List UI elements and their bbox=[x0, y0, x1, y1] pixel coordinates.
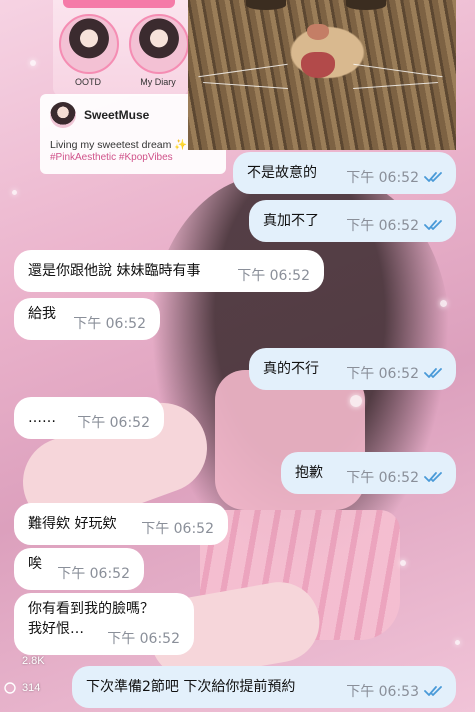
message-bubble-outgoing[interactable]: 抱歉 下午 06:52 bbox=[281, 452, 456, 494]
message-text: 真加不了 bbox=[263, 213, 319, 229]
message-meta: 下午 06:53 bbox=[346, 681, 444, 701]
message-meta: 下午 06:52 bbox=[346, 167, 444, 187]
message-bubble-incoming[interactable]: …… 下午 06:52 bbox=[14, 397, 164, 439]
card-tab-strip bbox=[63, 0, 175, 8]
highlight-ootd: OOTD bbox=[59, 14, 119, 87]
message-meta: 下午 06:52 bbox=[346, 363, 444, 383]
profile-bio: Living my sweetest dream ✨ bbox=[50, 139, 188, 151]
message-time: 下午 06:52 bbox=[107, 631, 180, 647]
sparkle bbox=[440, 300, 447, 307]
message-bubble-incoming[interactable]: 你有看到我的臉嗎？ 我好恨… 下午 06:52 bbox=[14, 593, 194, 655]
cat-whisker bbox=[353, 63, 443, 78]
message-time: 下午 06:52 bbox=[77, 415, 150, 431]
sparkle bbox=[30, 60, 36, 66]
profile-card-header: OOTD My Diary bbox=[53, 0, 189, 96]
message-text: 還是你跟他說 妹妹臨時有事 bbox=[28, 263, 201, 279]
double-check-icon bbox=[424, 220, 442, 230]
message-text: 給我 bbox=[28, 306, 56, 322]
sparkle bbox=[12, 190, 17, 195]
message-meta: 下午 06:52 bbox=[141, 518, 214, 538]
message-time: 下午 06:53 bbox=[346, 684, 419, 700]
message-time: 下午 06:52 bbox=[346, 218, 419, 234]
message-bubble-incoming[interactable]: 給我 下午 06:52 bbox=[14, 298, 160, 340]
message-meta: 下午 06:52 bbox=[57, 563, 130, 583]
message-text: 唉 bbox=[28, 556, 42, 572]
cat-nose bbox=[307, 24, 329, 40]
cat-eye bbox=[346, 0, 386, 10]
profile-name: SweetMuse bbox=[84, 108, 150, 122]
message-time: 下午 06:52 bbox=[346, 366, 419, 382]
message-bubble-outgoing[interactable]: 不是故意的 下午 06:52 bbox=[233, 152, 456, 194]
highlight-my-diary: My Diary bbox=[129, 14, 189, 87]
sparkle bbox=[455, 640, 460, 645]
message-time: 下午 06:52 bbox=[141, 521, 214, 537]
message-time: 下午 06:52 bbox=[57, 566, 130, 582]
message-meta: 下午 06:52 bbox=[107, 628, 180, 648]
likes-stat: 2.8K bbox=[22, 655, 45, 667]
message-text: 難得欸 好玩欸 bbox=[28, 516, 117, 532]
message-time: 下午 06:52 bbox=[346, 470, 419, 486]
avatar bbox=[50, 102, 76, 128]
message-time: 下午 06:52 bbox=[237, 268, 310, 284]
message-meta: 下午 06:52 bbox=[77, 412, 150, 432]
message-time: 下午 06:52 bbox=[73, 316, 146, 332]
cat-eye bbox=[246, 0, 286, 10]
cat-whisker bbox=[198, 63, 288, 78]
sparkle bbox=[400, 560, 406, 566]
message-bubble-incoming[interactable]: 難得欸 好玩欸 下午 06:52 bbox=[14, 503, 228, 545]
comment-icon bbox=[4, 682, 16, 694]
message-bubble-outgoing[interactable]: 真的不行 下午 06:52 bbox=[249, 348, 456, 390]
message-bubble-incoming[interactable]: 還是你跟他說 妹妹臨時有事 下午 06:52 bbox=[14, 250, 324, 292]
double-check-icon bbox=[424, 686, 442, 696]
message-text-line: 你有看到我的臉嗎？ bbox=[28, 601, 154, 617]
highlight-avatar bbox=[129, 14, 189, 74]
message-meta: 下午 06:52 bbox=[237, 265, 310, 285]
message-bubble-outgoing[interactable]: 真加不了 下午 06:52 bbox=[249, 200, 456, 242]
message-meta: 下午 06:52 bbox=[346, 215, 444, 235]
message-text: 下次準備2節吧 下次給你提前預約 bbox=[86, 679, 296, 695]
message-bubble-outgoing[interactable]: 下次準備2節吧 下次給你提前預約 下午 06:53 bbox=[72, 666, 456, 708]
sparkle-icon: ✨ bbox=[174, 139, 188, 151]
cat-mouth bbox=[301, 52, 335, 78]
message-bubble-incoming[interactable]: 唉 下午 06:52 bbox=[14, 548, 144, 590]
message-text: 不是故意的 bbox=[247, 165, 317, 181]
message-meta: 下午 06:52 bbox=[346, 467, 444, 487]
message-text: 真的不行 bbox=[263, 361, 319, 377]
double-check-icon bbox=[424, 172, 442, 182]
profile-tags: #PinkAesthetic #KpopVibes bbox=[50, 152, 173, 163]
message-meta: 下午 06:52 bbox=[73, 313, 146, 333]
message-text: 抱歉 bbox=[295, 465, 323, 481]
highlight-label: OOTD bbox=[75, 77, 101, 87]
sparkle bbox=[350, 395, 362, 407]
highlight-label: My Diary bbox=[140, 77, 176, 87]
cat-whisker bbox=[203, 82, 288, 89]
double-check-icon bbox=[424, 472, 442, 482]
double-check-icon bbox=[424, 368, 442, 378]
cat-sticker-image bbox=[188, 0, 456, 150]
message-text: …… bbox=[28, 410, 56, 426]
message-time: 下午 06:52 bbox=[346, 170, 419, 186]
highlight-avatar bbox=[59, 14, 119, 74]
cat-whisker bbox=[353, 82, 438, 89]
comments-stat: 314 bbox=[4, 682, 40, 694]
